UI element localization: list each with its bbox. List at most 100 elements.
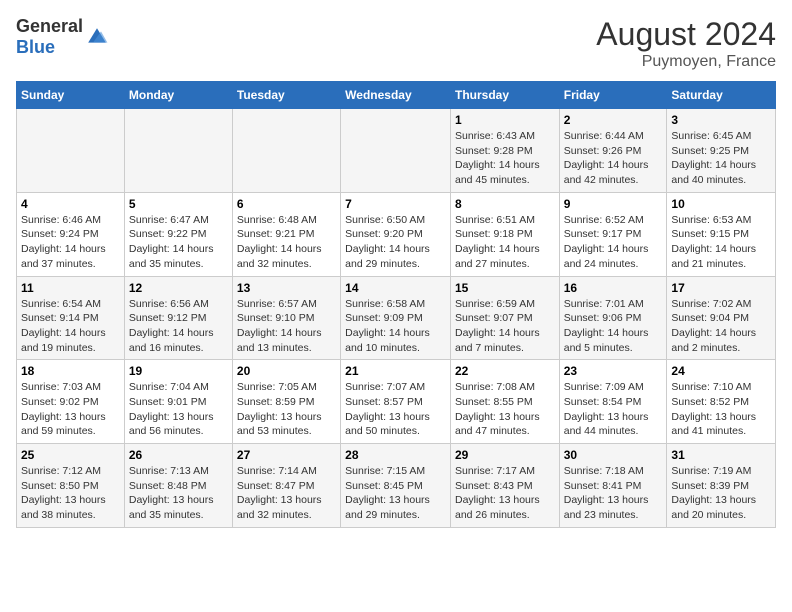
day-cell: 26 Sunrise: 7:13 AM Sunset: 8:48 PM Dayli… [124, 444, 232, 528]
day-number: 21 [345, 364, 446, 378]
day-number: 31 [671, 448, 771, 462]
day-info: Sunrise: 6:47 AM Sunset: 9:22 PM Dayligh… [129, 213, 228, 272]
day-info: Sunrise: 7:02 AM Sunset: 9:04 PM Dayligh… [671, 297, 771, 356]
day-cell [124, 109, 232, 193]
title-block: August 2024 Puymoyen, France [596, 16, 776, 71]
day-number: 26 [129, 448, 228, 462]
column-header-thursday: Thursday [450, 82, 559, 109]
day-info: Sunrise: 6:59 AM Sunset: 9:07 PM Dayligh… [455, 297, 555, 356]
column-header-tuesday: Tuesday [232, 82, 340, 109]
day-number: 2 [564, 113, 663, 127]
calendar-table: SundayMondayTuesdayWednesdayThursdayFrid… [16, 81, 776, 528]
day-info: Sunrise: 6:48 AM Sunset: 9:21 PM Dayligh… [237, 213, 336, 272]
subtitle: Puymoyen, France [596, 53, 776, 71]
day-cell: 1 Sunrise: 6:43 AM Sunset: 9:28 PM Daylig… [450, 109, 559, 193]
day-cell: 24 Sunrise: 7:10 AM Sunset: 8:52 PM Dayli… [667, 360, 776, 444]
day-info: Sunrise: 7:10 AM Sunset: 8:52 PM Dayligh… [671, 380, 771, 439]
day-info: Sunrise: 6:54 AM Sunset: 9:14 PM Dayligh… [21, 297, 120, 356]
day-number: 23 [564, 364, 663, 378]
header-row: SundayMondayTuesdayWednesdayThursdayFrid… [17, 82, 776, 109]
day-cell: 19 Sunrise: 7:04 AM Sunset: 9:01 PM Dayli… [124, 360, 232, 444]
day-cell: 13 Sunrise: 6:57 AM Sunset: 9:10 PM Dayli… [232, 276, 340, 360]
column-header-sunday: Sunday [17, 82, 125, 109]
week-row-4: 18 Sunrise: 7:03 AM Sunset: 9:02 PM Dayli… [17, 360, 776, 444]
day-number: 28 [345, 448, 446, 462]
day-cell: 30 Sunrise: 7:18 AM Sunset: 8:41 PM Dayli… [559, 444, 667, 528]
day-number: 1 [455, 113, 555, 127]
day-cell: 4 Sunrise: 6:46 AM Sunset: 9:24 PM Daylig… [17, 192, 125, 276]
day-cell [232, 109, 340, 193]
day-number: 20 [237, 364, 336, 378]
day-info: Sunrise: 6:52 AM Sunset: 9:17 PM Dayligh… [564, 213, 663, 272]
day-info: Sunrise: 6:50 AM Sunset: 9:20 PM Dayligh… [345, 213, 446, 272]
main-title: August 2024 [596, 16, 776, 53]
page-header: General Blue August 2024 Puymoyen, Franc… [16, 16, 776, 71]
day-info: Sunrise: 6:58 AM Sunset: 9:09 PM Dayligh… [345, 297, 446, 356]
day-cell [17, 109, 125, 193]
day-cell: 17 Sunrise: 7:02 AM Sunset: 9:04 PM Dayli… [667, 276, 776, 360]
day-number: 15 [455, 281, 555, 295]
day-cell: 23 Sunrise: 7:09 AM Sunset: 8:54 PM Dayli… [559, 360, 667, 444]
week-row-3: 11Sunrise: 6:54 AM Sunset: 9:14 PM Dayli… [17, 276, 776, 360]
column-header-friday: Friday [559, 82, 667, 109]
day-cell: 31 Sunrise: 7:19 AM Sunset: 8:39 PM Dayli… [667, 444, 776, 528]
day-cell: 10Sunrise: 6:53 AM Sunset: 9:15 PM Dayli… [667, 192, 776, 276]
day-info: Sunrise: 7:08 AM Sunset: 8:55 PM Dayligh… [455, 380, 555, 439]
day-cell: 16Sunrise: 7:01 AM Sunset: 9:06 PM Dayli… [559, 276, 667, 360]
day-number: 17 [671, 281, 771, 295]
day-cell: 27 Sunrise: 7:14 AM Sunset: 8:47 PM Dayli… [232, 444, 340, 528]
day-info: Sunrise: 7:15 AM Sunset: 8:45 PM Dayligh… [345, 464, 446, 523]
day-info: Sunrise: 7:09 AM Sunset: 8:54 PM Dayligh… [564, 380, 663, 439]
logo-icon [85, 25, 109, 49]
day-cell: 14 Sunrise: 6:58 AM Sunset: 9:09 PM Dayli… [341, 276, 451, 360]
day-info: Sunrise: 6:45 AM Sunset: 9:25 PM Dayligh… [671, 129, 771, 188]
day-info: Sunrise: 7:01 AM Sunset: 9:06 PM Dayligh… [564, 297, 663, 356]
day-cell: 25Sunrise: 7:12 AM Sunset: 8:50 PM Dayli… [17, 444, 125, 528]
day-cell: 20Sunrise: 7:05 AM Sunset: 8:59 PM Dayli… [232, 360, 340, 444]
day-number: 14 [345, 281, 446, 295]
day-cell: 7Sunrise: 6:50 AM Sunset: 9:20 PM Daylig… [341, 192, 451, 276]
day-cell: 15 Sunrise: 6:59 AM Sunset: 9:07 PM Dayli… [450, 276, 559, 360]
day-number: 29 [455, 448, 555, 462]
day-number: 18 [21, 364, 120, 378]
day-number: 22 [455, 364, 555, 378]
day-info: Sunrise: 6:57 AM Sunset: 9:10 PM Dayligh… [237, 297, 336, 356]
day-number: 27 [237, 448, 336, 462]
day-number: 8 [455, 197, 555, 211]
day-info: Sunrise: 6:43 AM Sunset: 9:28 PM Dayligh… [455, 129, 555, 188]
day-info: Sunrise: 7:07 AM Sunset: 8:57 PM Dayligh… [345, 380, 446, 439]
day-info: Sunrise: 6:44 AM Sunset: 9:26 PM Dayligh… [564, 129, 663, 188]
day-info: Sunrise: 7:17 AM Sunset: 8:43 PM Dayligh… [455, 464, 555, 523]
day-info: Sunrise: 7:03 AM Sunset: 9:02 PM Dayligh… [21, 380, 120, 439]
day-cell: 3 Sunrise: 6:45 AM Sunset: 9:25 PM Daylig… [667, 109, 776, 193]
day-number: 3 [671, 113, 771, 127]
day-info: Sunrise: 7:12 AM Sunset: 8:50 PM Dayligh… [21, 464, 120, 523]
day-number: 24 [671, 364, 771, 378]
logo-general: General [16, 16, 83, 36]
day-cell: 12 Sunrise: 6:56 AM Sunset: 9:12 PM Dayli… [124, 276, 232, 360]
day-number: 4 [21, 197, 120, 211]
day-number: 19 [129, 364, 228, 378]
week-row-1: 1 Sunrise: 6:43 AM Sunset: 9:28 PM Daylig… [17, 109, 776, 193]
week-row-5: 25Sunrise: 7:12 AM Sunset: 8:50 PM Dayli… [17, 444, 776, 528]
day-info: Sunrise: 7:13 AM Sunset: 8:48 PM Dayligh… [129, 464, 228, 523]
day-info: Sunrise: 6:53 AM Sunset: 9:15 PM Dayligh… [671, 213, 771, 272]
logo-text: General Blue [16, 16, 83, 58]
day-info: Sunrise: 7:04 AM Sunset: 9:01 PM Dayligh… [129, 380, 228, 439]
day-info: Sunrise: 7:14 AM Sunset: 8:47 PM Dayligh… [237, 464, 336, 523]
day-info: Sunrise: 6:46 AM Sunset: 9:24 PM Dayligh… [21, 213, 120, 272]
day-number: 6 [237, 197, 336, 211]
day-number: 12 [129, 281, 228, 295]
day-cell: 9 Sunrise: 6:52 AM Sunset: 9:17 PM Daylig… [559, 192, 667, 276]
day-cell: 11Sunrise: 6:54 AM Sunset: 9:14 PM Dayli… [17, 276, 125, 360]
day-cell: 8Sunrise: 6:51 AM Sunset: 9:18 PM Daylig… [450, 192, 559, 276]
day-info: Sunrise: 6:56 AM Sunset: 9:12 PM Dayligh… [129, 297, 228, 356]
day-number: 30 [564, 448, 663, 462]
day-number: 9 [564, 197, 663, 211]
day-cell: 21 Sunrise: 7:07 AM Sunset: 8:57 PM Dayli… [341, 360, 451, 444]
day-cell: 29 Sunrise: 7:17 AM Sunset: 8:43 PM Dayli… [450, 444, 559, 528]
day-number: 13 [237, 281, 336, 295]
day-info: Sunrise: 7:18 AM Sunset: 8:41 PM Dayligh… [564, 464, 663, 523]
day-info: Sunrise: 7:19 AM Sunset: 8:39 PM Dayligh… [671, 464, 771, 523]
logo-blue: Blue [16, 37, 55, 57]
